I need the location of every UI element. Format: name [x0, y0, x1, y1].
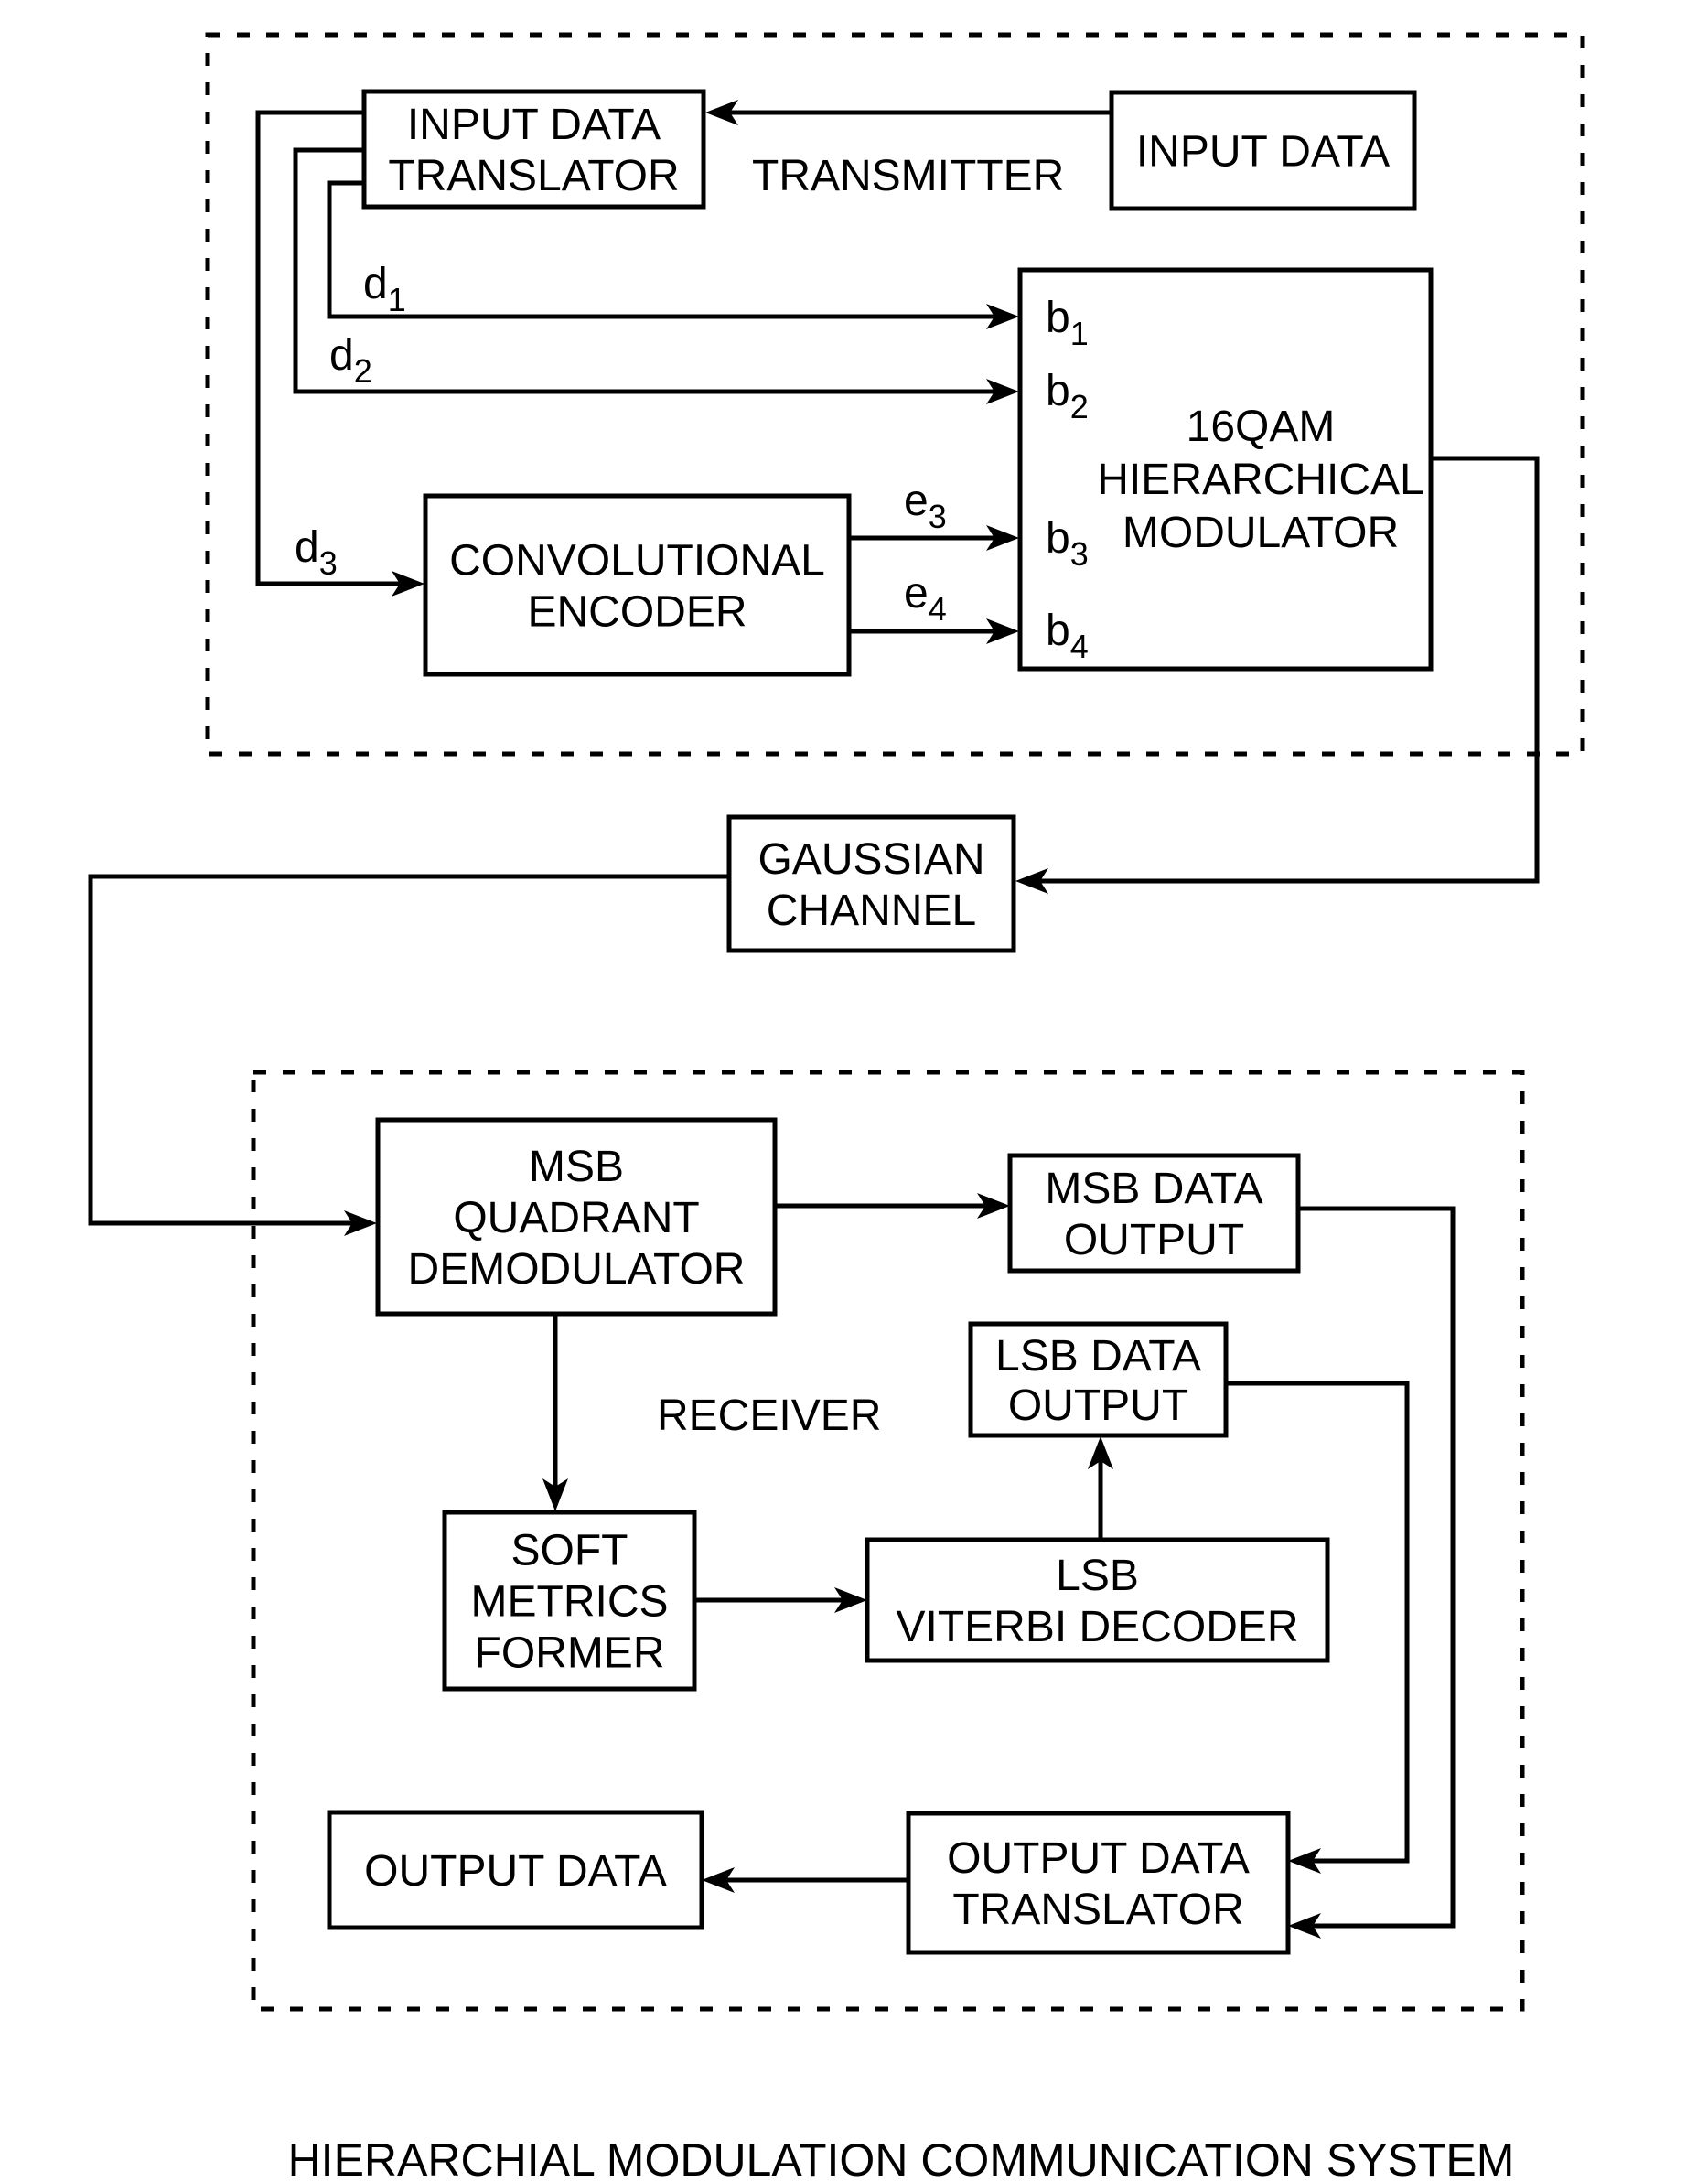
input-data-block-text-line: INPUT DATA	[1136, 128, 1390, 177]
signal-subscript: 1	[388, 281, 406, 318]
signal-base: b	[1046, 514, 1070, 563]
msb-quadrant-demodulator-block-text-line: QUADRANT	[453, 1194, 699, 1242]
signal-label-d1: d1	[363, 260, 406, 318]
convolutional-encoder-block-text-line: ENCODER	[527, 588, 747, 637]
msb-quadrant-demodulator-block-text-line: MSB	[529, 1143, 624, 1191]
lsb-viterbi-decoder-block-text-line: LSB	[1056, 1552, 1139, 1600]
output-data-translator-block-text-line: OUTPUT DATA	[947, 1834, 1250, 1883]
signal-base: d	[295, 523, 319, 572]
receiver-label: RECEIVER	[657, 1392, 881, 1440]
figure-title: HIERARCHIAL MODULATION COMMUNICATION SYS…	[288, 2134, 1515, 2182]
modulator-block-text-line: MODULATOR	[1123, 509, 1399, 557]
convolutional-encoder-block-frame	[423, 493, 852, 677]
signal-base: d	[329, 331, 354, 380]
transmitter-label: TRANSMITTER	[752, 152, 1064, 200]
soft-metrics-former-block-text-line: METRICS	[471, 1578, 669, 1627]
lsb-data-output-block-text-line: LSB DATA	[995, 1332, 1201, 1381]
lsb-viterbi-decoder-block-text-line: VITERBI DECODER	[896, 1603, 1298, 1651]
signal-subscript: 4	[1070, 628, 1089, 665]
msb-data-output-block-text-line: OUTPUT	[1064, 1216, 1244, 1264]
msb-data-output-block-text-line: MSB DATA	[1045, 1165, 1262, 1213]
output-data-translator-block-text-line: TRANSLATOR	[952, 1886, 1243, 1934]
soft-metrics-former-block-text-line: SOFT	[511, 1527, 628, 1575]
lsb-viterbi-decoder-block: LSBVITERBI DECODER	[865, 1537, 1330, 1663]
signal-base: b	[1046, 367, 1070, 415]
input-data-block: INPUT DATA	[1109, 90, 1417, 211]
gaussian-channel-block: GAUSSIANCHANNEL	[726, 814, 1016, 953]
signal-subscript: 3	[319, 544, 338, 582]
convolutional-encoder-block: CONVOLUTIONALENCODER	[423, 493, 852, 677]
signal-subscript: 4	[929, 590, 947, 628]
signal-base: d	[363, 260, 388, 308]
signal-base: b	[1046, 294, 1070, 342]
output-data-translator-block: OUTPUT DATATRANSLATOR	[906, 1811, 1291, 1955]
signal-label-d2: d2	[329, 331, 372, 390]
signal-subscript: 3	[1070, 535, 1089, 573]
convolutional-encoder-block-text-line: CONVOLUTIONAL	[449, 537, 825, 586]
signal-subscript: 1	[1070, 315, 1089, 352]
signal-base: b	[1046, 607, 1070, 655]
signal-subscript: 2	[354, 352, 372, 390]
lsb-data-output-block-text-line: OUTPUT	[1008, 1381, 1188, 1430]
soft-metrics-former-block-text-line: FORMER	[475, 1629, 665, 1678]
lsb-data-output-block: LSB DATAOUTPUT	[968, 1321, 1229, 1438]
signal-label-d3: d3	[295, 523, 338, 582]
signal-base: e	[904, 477, 929, 525]
msb-data-output-block: MSB DATAOUTPUT	[1007, 1153, 1301, 1274]
modulator-block-text-line: 16QAM	[1187, 403, 1336, 451]
input-data-translator-block: INPUT DATATRANSLATOR	[361, 89, 706, 210]
signal-label-e4: e4	[904, 569, 947, 628]
signal-label-e3: e3	[904, 477, 947, 535]
msb-quadrant-demodulator-block: MSBQUADRANTDEMODULATOR	[375, 1117, 778, 1317]
hierarchical-modulation-diagram: INPUT DATATRANSLATOR INPUT DATACONVOLUTIO…	[88, 32, 1585, 2182]
gaussian-channel-block-text-line: GAUSSIAN	[757, 835, 984, 884]
soft-metrics-former-block: SOFTMETRICSFORMER	[442, 1510, 697, 1692]
input-data-translator-block-text-line: INPUT DATA	[407, 101, 661, 149]
signal-subscript: 3	[929, 498, 947, 535]
blocks: INPUT DATATRANSLATOR INPUT DATACONVOLUTIO…	[327, 89, 1434, 1955]
output-data-block-text-line: OUTPUT DATA	[364, 1847, 667, 1896]
signal-subscript: 2	[1070, 388, 1089, 425]
msb-quadrant-demodulator-block-text-line: DEMODULATOR	[408, 1245, 746, 1294]
output-data-block: OUTPUT DATA	[327, 1810, 704, 1930]
gaussian-channel-block-text-line: CHANNEL	[767, 887, 976, 935]
signal-base: e	[904, 569, 929, 618]
input-data-translator-block-text-line: TRANSLATOR	[388, 152, 679, 200]
modulator-block-text-line: HIERARCHICAL	[1097, 456, 1423, 504]
